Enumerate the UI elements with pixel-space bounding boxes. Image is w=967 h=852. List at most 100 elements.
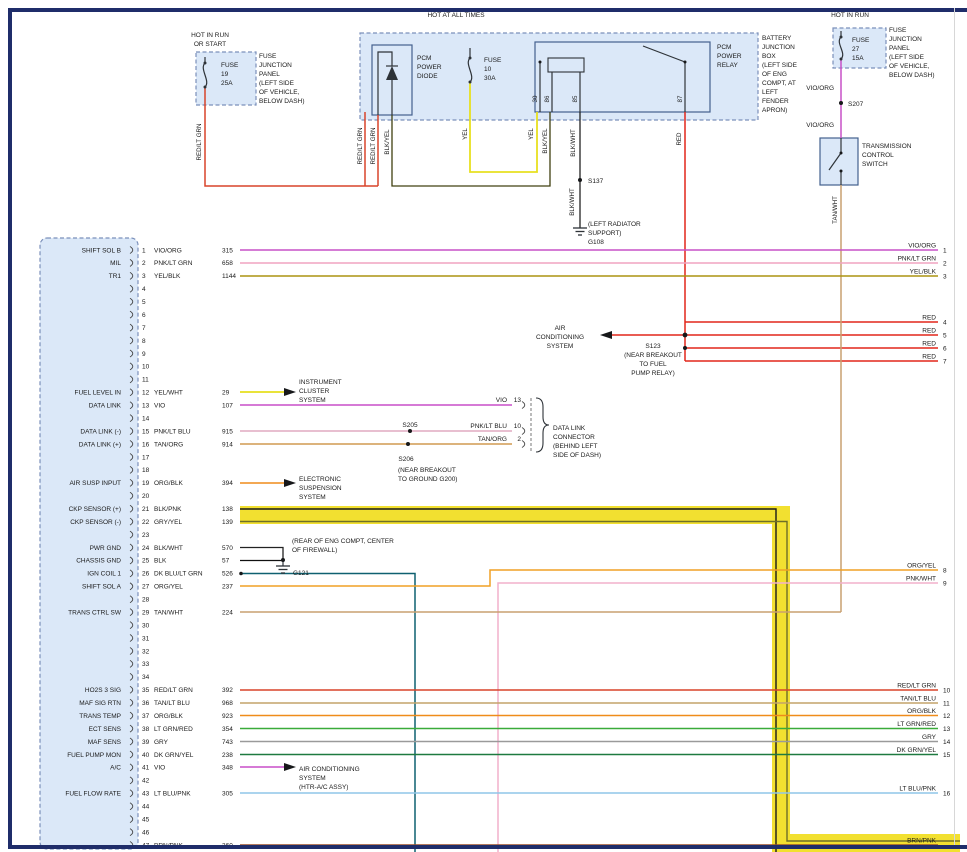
pin-wire-color: VIO/ORG (154, 247, 182, 254)
s123-label: TO FUEL (639, 361, 667, 368)
instrument-cluster-label: INSTRUMENT (299, 379, 342, 386)
vertical-wire-label: BLK/WHT (570, 129, 577, 157)
right-edge-wire-label: LT BLU/PNK (899, 786, 936, 793)
pin-circuit-number: 57 (222, 558, 230, 565)
pin-signal-name: CKP SENSOR (+) (69, 506, 121, 513)
pin-signal-name: HO2S 3 SIG (85, 687, 121, 694)
pin-signal-name: FUEL PUMP MON (67, 752, 121, 759)
pin-number: 15 (142, 428, 150, 435)
pin-signal-name: TR1 (109, 273, 122, 280)
battery-junction-box-label: OF ENG (762, 71, 787, 78)
pin-circuit-number: 394 (222, 480, 233, 487)
fuse-junction-panel-left-label: (LEFT SIDE (259, 80, 295, 87)
instrument-cluster-label: SYSTEM (299, 397, 326, 404)
pin-wire-color: TAN/ORG (154, 441, 183, 448)
pin-number: 13 (142, 403, 150, 410)
pin26-splice (239, 572, 243, 576)
fuse-junction-panel-left-label: FUSE (259, 53, 277, 60)
fuse10-label: FUSE (484, 57, 502, 64)
vio-org-upper-label: VIO/ORG (806, 85, 834, 92)
right-edge-pin-number: 12 (943, 713, 951, 720)
right-edge-wire-label: RED (922, 341, 936, 348)
pin-circuit-number: 107 (222, 403, 233, 410)
pin-number: 46 (142, 829, 150, 836)
pin-signal-name: SHIFT SOL A (82, 584, 122, 591)
fuse-junction-panel-left-label: JUNCTION (259, 62, 292, 69)
pin-signal-name: ECT SENS (89, 726, 122, 733)
hot-in-run-or-start-label: HOT IN RUN (191, 32, 229, 39)
s207-label: S207 (848, 101, 864, 108)
pin-signal-name: A/C (110, 765, 121, 772)
right-edge-pin-number: 10 (943, 688, 951, 695)
battery-junction-box-label: LEFT (762, 89, 778, 96)
pin-number: 38 (142, 726, 150, 733)
pin-number: 20 (142, 493, 150, 500)
pin-signal-name: PWR GND (90, 545, 122, 552)
right-edge-pin-number: 13 (943, 726, 951, 733)
pcm-power-relay-label: RELAY (717, 62, 738, 69)
electronic-suspension-label: SYSTEM (299, 494, 326, 501)
vertical-wire-label: BLK/YEL (384, 129, 391, 155)
right-edge-wire-label: ORG/BLK (907, 708, 937, 715)
pin-circuit-number: 570 (222, 545, 233, 552)
right-edge-wire-label: RED (922, 328, 936, 335)
transmission-control-switch-label: TRANSMISSION (862, 143, 912, 150)
pin-number: 3 (142, 273, 146, 280)
vertical-wire-label: YEL (528, 128, 535, 140)
battery-junction-box-label: BOX (762, 53, 776, 60)
g200-label: TO GROUND G200) (398, 476, 457, 483)
pin-wire-color: BLK (154, 558, 167, 565)
transmission-control-switch-label: SWITCH (862, 161, 888, 168)
g121-note: OF FIREWALL) (292, 547, 337, 554)
pin-circuit-number: 315 (222, 247, 233, 254)
pin-signal-name: DATA LINK (89, 403, 122, 410)
fuse10-label: 10 (484, 66, 492, 73)
red-junction (683, 346, 687, 350)
right-edge-pin-number: 8 (943, 568, 947, 575)
pin-number: 42 (142, 778, 150, 785)
g121-junction (281, 558, 285, 562)
right-edge-pin-number: 2 (943, 261, 947, 268)
pin-wire-color: TAN/LT BLU (154, 700, 190, 707)
pin-number: 1 (142, 247, 146, 254)
right-edge-wire-label: GRY (922, 734, 937, 741)
pin-number: 2 (142, 260, 146, 267)
instrument-cluster-label: CLUSTER (299, 388, 330, 395)
pin-circuit-number: 658 (222, 260, 233, 267)
window-right-edge-line (954, 8, 955, 845)
right-edge-wire-label: RED/LT GRN (897, 683, 936, 690)
pin-number: 4 (142, 286, 146, 293)
pin-number: 28 (142, 597, 150, 604)
pcm-power-diode-label: PCM (417, 55, 431, 62)
g200-label: (NEAR BREAKOUT (398, 467, 456, 474)
pin-wire-color: BLK/WHT (154, 545, 183, 552)
air-conditioning-system-label: CONDITIONING (536, 334, 584, 341)
fuse-junction-panel-right-label: FUSE (889, 27, 907, 34)
pin-circuit-number: 237 (222, 584, 233, 591)
pin-number: 16 (142, 441, 150, 448)
pin-number: 29 (142, 609, 150, 616)
pin-wire-color: TAN/WHT (154, 609, 183, 616)
air-conditioning-system-label: AIR (555, 325, 566, 332)
pin-number: 23 (142, 532, 150, 539)
dlc-pin-label: 2 (517, 436, 521, 443)
data-link-connector-label: (BEHIND LEFT (553, 443, 597, 450)
pin-signal-name: AIR SUSP INPUT (69, 480, 121, 487)
pin-wire-color: VIO (154, 765, 165, 772)
g108-label: (LEFT RADIATOR (588, 221, 641, 228)
vertical-wire-label: TAN/WHT (832, 196, 839, 224)
electronic-suspension-label: ELECTRONIC (299, 476, 341, 483)
pin-circuit-number: 915 (222, 428, 233, 435)
wiring-diagram-page: VIO13PNK/LT BLU10TAN/ORG21VIO/ORG315SHIF… (0, 0, 967, 852)
pin-wire-color: BLK/PNK (154, 506, 182, 513)
g121-label: G121 (293, 570, 309, 577)
pin-wire-color: GRY (154, 739, 169, 746)
pin-signal-name: TRANS CTRL SW (68, 609, 122, 616)
pin-wire-color: YEL/BLK (154, 273, 181, 280)
pin-number: 27 (142, 584, 150, 591)
pin-number: 25 (142, 558, 150, 565)
fuse19-label: 25A (221, 80, 233, 87)
pin-wire-color: ORG/YEL (154, 584, 183, 591)
pin-number: 36 (142, 700, 150, 707)
pin-number: 37 (142, 713, 150, 720)
